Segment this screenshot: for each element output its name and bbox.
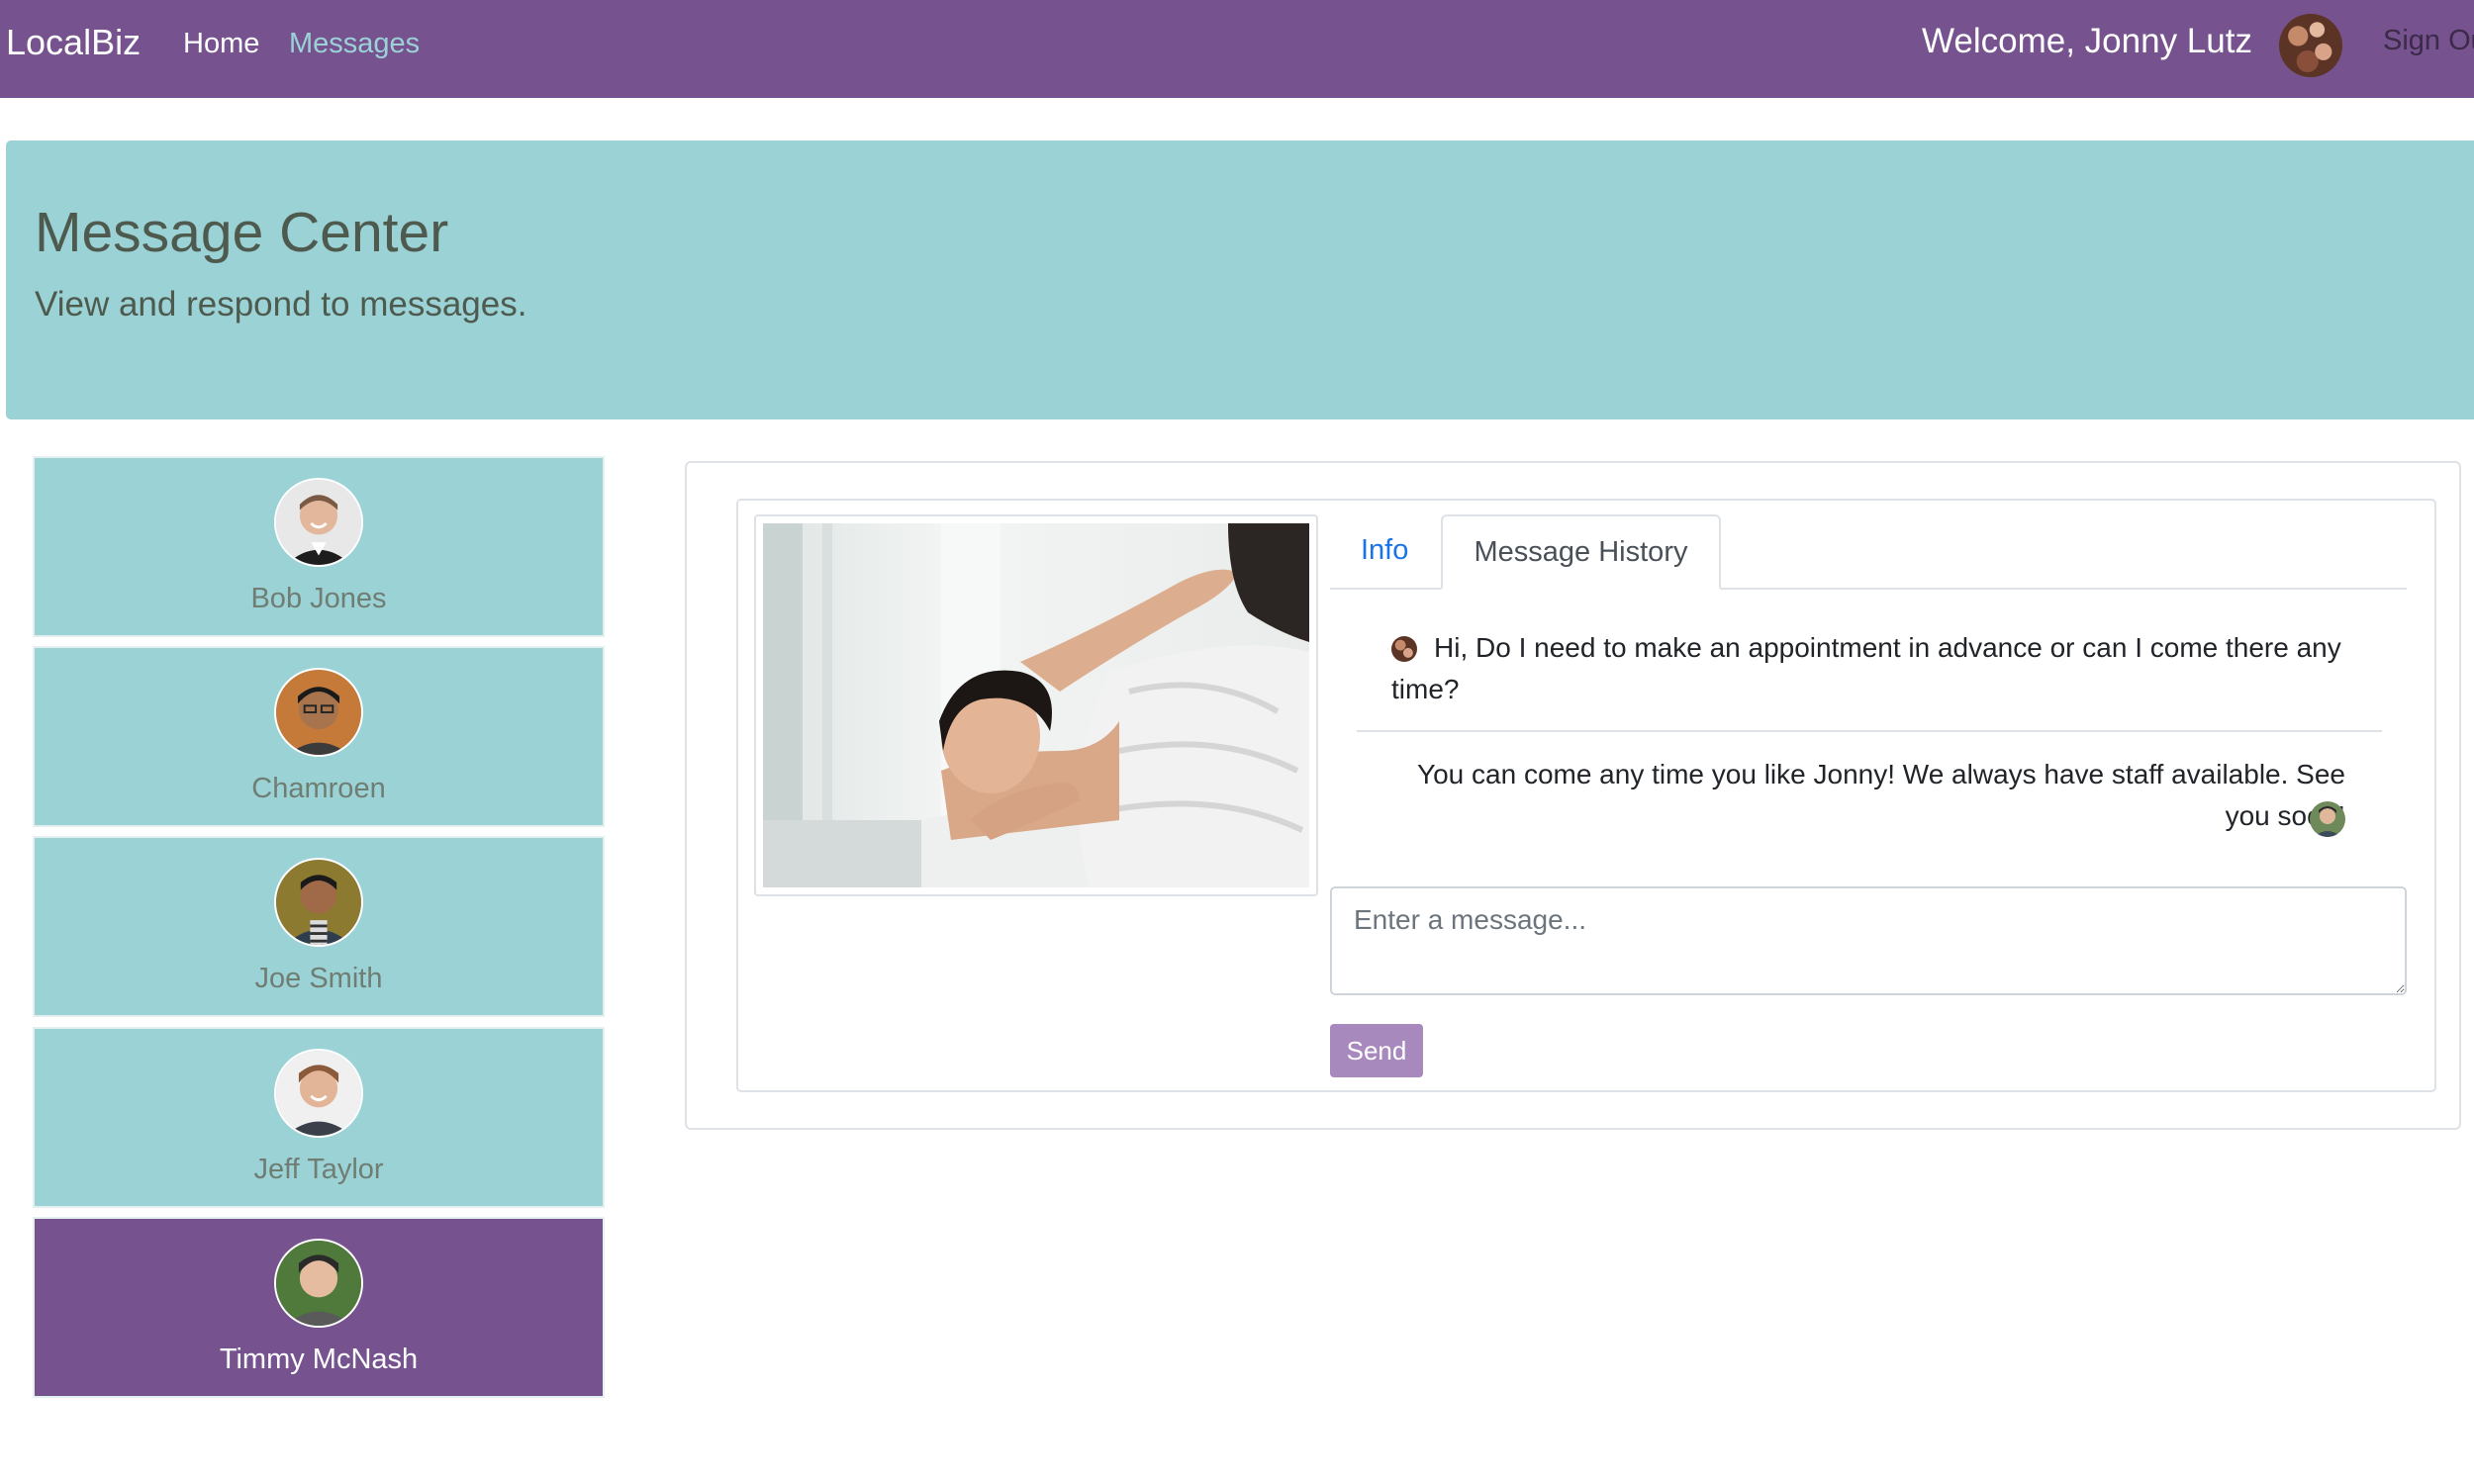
business-avatar-icon [2310,801,2345,837]
tab-info[interactable]: Info [1361,534,1408,567]
contact-name: Bob Jones [250,583,387,614]
contact-avatar [274,1049,363,1138]
brand-link[interactable]: LocalBiz [6,22,141,63]
page-subtitle: View and respond to messages. [35,285,527,324]
contact-item-chamroen[interactable]: Chamroen [33,646,605,827]
tab-message-history[interactable]: Message History [1441,514,1721,590]
contact-avatar [274,858,363,947]
contact-item-bob-jones[interactable]: Bob Jones [33,456,605,637]
navbar: LocalBiz Home Messages Welcome, Jonny Lu… [0,0,2474,98]
nav-link-messages[interactable]: Messages [289,28,420,60]
contact-item-timmy-mcnash[interactable]: Timmy McNash [33,1217,605,1398]
contact-name: Jeff Taylor [253,1154,384,1185]
contact-item-joe-smith[interactable]: Joe Smith [33,836,605,1017]
contact-avatar [274,478,363,567]
contact-avatar [274,668,363,757]
contact-name: Joe Smith [254,963,383,994]
nav-link-home[interactable]: Home [183,28,259,60]
message-divider [1357,730,2382,732]
page-title: Message Center [35,201,449,264]
contact-item-jeff-taylor[interactable]: Jeff Taylor [33,1027,605,1208]
message-input[interactable] [1330,886,2407,995]
business-photo [763,523,1309,887]
send-button[interactable]: Send [1330,1024,1423,1077]
signout-link[interactable]: Sign Out [2383,25,2474,57]
message-incoming: Hi, Do I need to make an appointment in … [1391,632,2341,704]
contact-name: Timmy McNash [219,1344,419,1375]
user-avatar[interactable] [2279,14,2342,77]
welcome-text: Welcome, Jonny Lutz [1922,22,2252,60]
message-outgoing: You can come any time you like Jonny! We… [1416,759,2345,831]
page-header: Message Center View and respond to messa… [6,140,2474,419]
contact-avatar [274,1239,363,1328]
business-photo-frame [754,514,1318,896]
contact-name: Chamroen [251,773,386,804]
